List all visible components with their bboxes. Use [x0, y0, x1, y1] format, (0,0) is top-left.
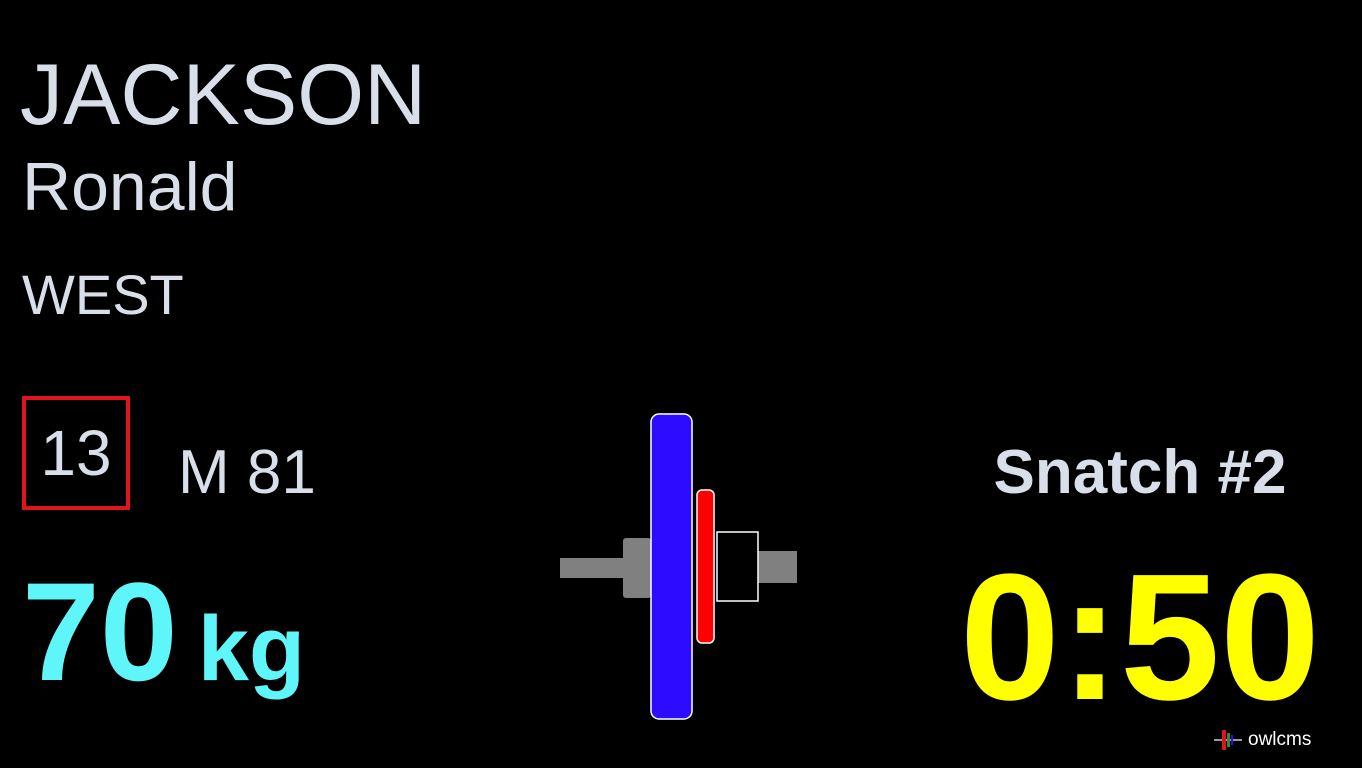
- requested-weight-unit: kg: [197, 598, 306, 700]
- requested-weight-value: 70: [22, 553, 178, 710]
- white-outline-plate: [716, 531, 759, 602]
- athlete-first-name: Ronald: [22, 149, 238, 225]
- start-number-badge: 13: [22, 396, 130, 510]
- red-plate: [696, 489, 715, 644]
- bar-sleeve-right: [755, 551, 797, 583]
- attempt-label: Snatch #2: [993, 438, 1287, 507]
- bar-collar-inner: [623, 538, 651, 598]
- athlete-category: M 81: [178, 438, 316, 507]
- start-number: 13: [40, 417, 112, 489]
- athlete-team: WEST: [22, 263, 184, 326]
- bar-sleeve-left: [560, 558, 625, 578]
- athlete-last-name: JACKSON: [20, 47, 427, 143]
- requested-weight: 70 kg: [22, 562, 305, 719]
- countdown-timer: 0:50: [959, 537, 1321, 738]
- brand-footer: owlcms: [1214, 728, 1311, 752]
- brand-name: owlcms: [1248, 729, 1312, 750]
- blue-plate: [650, 413, 693, 720]
- barbell-plates-icon: [560, 413, 797, 720]
- owlcms-logo-icon: [1214, 730, 1242, 750]
